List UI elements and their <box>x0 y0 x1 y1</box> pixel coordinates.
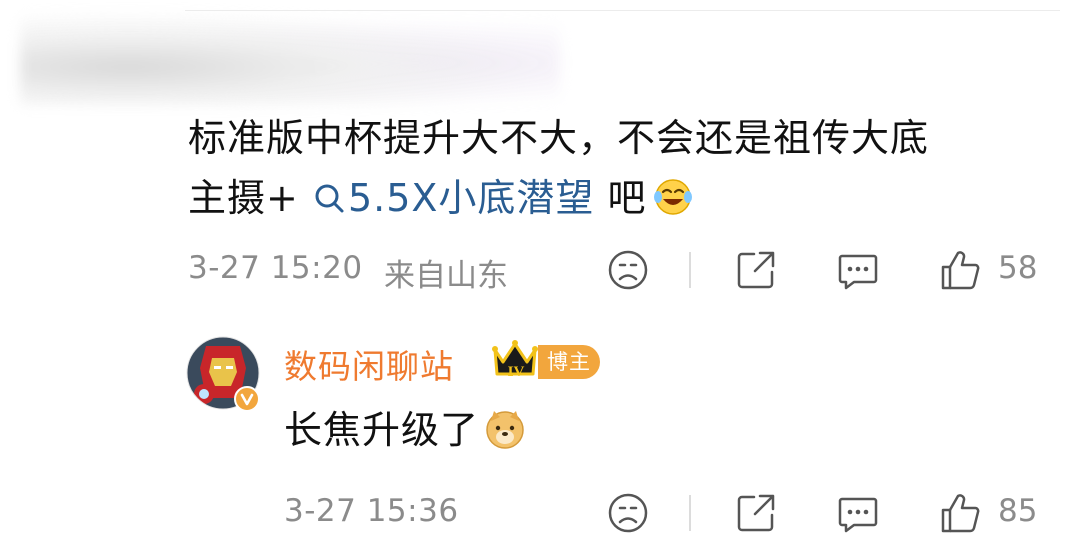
topic-link[interactable]: 5.5X小底潜望 <box>312 176 608 220</box>
comment-meta-row: 3-27 15:20 来自山东 58 <box>188 248 1058 294</box>
divider <box>185 10 1060 11</box>
comment-line-2-suffix: 吧 <box>607 176 647 220</box>
laugh-cry-emoji-icon <box>653 179 692 215</box>
comment-location: 来自山东 <box>384 258 508 294</box>
comment-line-2: 主摄+ 5.5X小底潜望 吧 <box>188 168 1058 228</box>
reply-text: 长焦升级了 <box>284 402 527 458</box>
blogger-badge: 博主 <box>538 345 600 379</box>
verified-badge-icon <box>234 386 260 412</box>
comment-line-1: 标准版中杯提升大不大，不会还是祖传大底 <box>188 116 930 160</box>
comment-timestamp: 3-27 15:20 <box>188 250 363 286</box>
level-badge-text: IV <box>508 364 525 380</box>
search-icon <box>315 184 344 213</box>
comment-line-2-prefix: 主摄+ <box>188 176 299 220</box>
comment-text: 标准版中杯提升大不大，不会还是祖传大底 主摄+ 5.5X小底潜望 吧 <box>188 108 1058 228</box>
like-icon[interactable] <box>938 491 982 535</box>
reply-text-content: 长焦升级了 <box>284 408 480 452</box>
reply-username[interactable]: 数码闲聊站 <box>284 340 454 388</box>
sad-face-icon[interactable] <box>606 248 650 292</box>
topic-link-label: 5.5X小底潜望 <box>347 176 595 220</box>
crown-level-icon: IV <box>492 340 538 380</box>
reply-meta-row: 3-27 15:36 85 <box>284 491 1058 535</box>
share-icon[interactable] <box>734 248 778 292</box>
separator <box>689 252 691 288</box>
like-icon[interactable] <box>938 248 982 292</box>
blurred-username <box>20 10 560 105</box>
comment-icon[interactable] <box>836 248 880 292</box>
like-count: 85 <box>998 493 1038 529</box>
sad-face-icon[interactable] <box>606 491 650 535</box>
like-count: 58 <box>998 250 1038 286</box>
reply-timestamp: 3-27 15:36 <box>284 493 459 529</box>
comment-icon[interactable] <box>836 491 880 535</box>
separator <box>689 495 691 531</box>
share-icon[interactable] <box>734 491 778 535</box>
doge-emoji-icon <box>486 411 524 449</box>
